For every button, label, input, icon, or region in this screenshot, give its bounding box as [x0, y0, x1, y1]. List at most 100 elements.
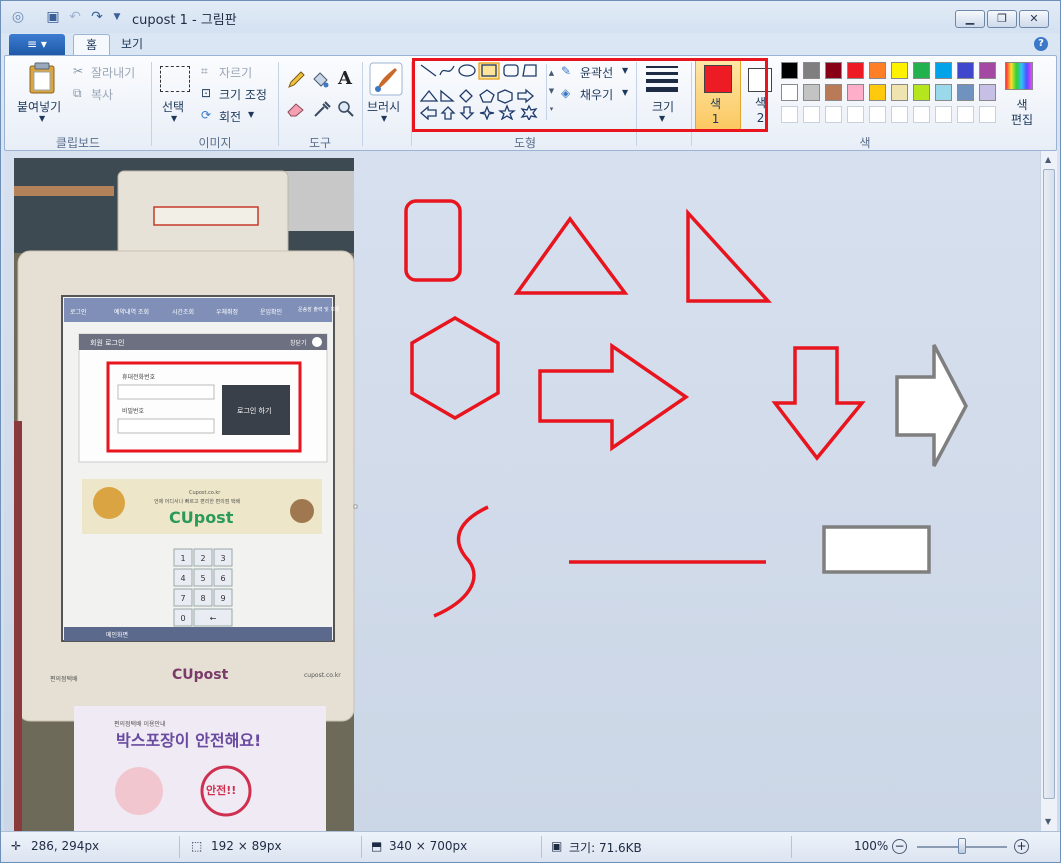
- login-title: 회원 로그인: [90, 338, 124, 347]
- palette-swatch[interactable]: [913, 106, 930, 123]
- palette-swatch[interactable]: [781, 84, 798, 101]
- palette-swatch[interactable]: [913, 62, 930, 79]
- help-icon[interactable]: ?: [1034, 37, 1048, 51]
- copy-icon: ⧉: [73, 86, 82, 100]
- kiosk-tab: 우체취정: [216, 308, 238, 316]
- keypad-key-label: 3: [220, 554, 225, 563]
- phone-label: 휴대전화번호: [122, 373, 156, 381]
- canvas-area[interactable]: 로그인 예약내역 조회 시간조회 우체취정 운임확인 운송장 출력 및 보류 회…: [4, 151, 1040, 831]
- close-button[interactable]: ✕: [1019, 10, 1049, 28]
- drawn-white-rectangle: [822, 525, 931, 574]
- pencil-icon[interactable]: [286, 70, 306, 90]
- palette-swatch[interactable]: [825, 62, 842, 79]
- palette-swatch[interactable]: [935, 62, 952, 79]
- palette-swatch[interactable]: [847, 62, 864, 79]
- palette-swatch[interactable]: [869, 106, 886, 123]
- zoom-out-icon[interactable]: −: [892, 839, 907, 854]
- palette-swatch[interactable]: [935, 84, 952, 101]
- file-menu-button[interactable]: ≡ ▾: [9, 34, 65, 55]
- select-dropdown-icon[interactable]: ▼: [171, 114, 177, 123]
- palette-swatch[interactable]: [869, 62, 886, 79]
- save-icon[interactable]: ▣: [44, 9, 62, 25]
- canvas[interactable]: 로그인 예약내역 조회 시간조회 우체취정 운임확인 운송장 출력 및 보류 회…: [4, 151, 1040, 831]
- palette-swatch[interactable]: [825, 84, 842, 101]
- palette-swatch[interactable]: [979, 62, 996, 79]
- drawn-curve: [433, 505, 489, 618]
- palette-swatch[interactable]: [979, 84, 996, 101]
- undo-icon[interactable]: ↶: [66, 9, 84, 25]
- main-screen-button: 메인화면: [106, 631, 128, 639]
- palette-swatch[interactable]: [957, 106, 974, 123]
- magnifier-icon[interactable]: [336, 100, 356, 118]
- customize-qat-icon[interactable]: ▼: [108, 9, 126, 25]
- resize-handle: [353, 504, 358, 509]
- palette-swatch[interactable]: [825, 106, 842, 123]
- tab-home[interactable]: 홈: [73, 34, 111, 55]
- poster-stamp: 안전!!: [206, 783, 236, 797]
- drawn-white-arrow: [895, 344, 968, 467]
- footer-right: cupost.co.kr: [304, 672, 341, 679]
- palette-swatch[interactable]: [803, 62, 820, 79]
- palette-swatch[interactable]: [935, 106, 952, 123]
- keypad-key-label: 9: [220, 594, 225, 603]
- ribbon-tab-bar: ≡ ▾ 홈 보기 ?: [1, 33, 1060, 55]
- rotate-dropdown-icon[interactable]: ▼: [248, 110, 254, 119]
- banner-site: Cupost.co.kr: [189, 490, 221, 496]
- scroll-up-icon[interactable]: ▲: [1045, 155, 1051, 164]
- keypad-key-label: 8: [200, 594, 205, 603]
- resize-label[interactable]: 크기 조정: [219, 86, 267, 103]
- eraser-icon[interactable]: [286, 100, 306, 118]
- edit-colors-icon[interactable]: [1005, 62, 1033, 90]
- palette-swatch[interactable]: [847, 106, 864, 123]
- disk-icon: ▣: [551, 839, 563, 853]
- palette-swatch[interactable]: [957, 62, 974, 79]
- divider: [151, 62, 152, 146]
- text-tool-icon[interactable]: A: [338, 68, 352, 89]
- minimize-button[interactable]: ▁: [955, 10, 985, 28]
- palette-swatch[interactable]: [781, 62, 798, 79]
- scroll-thumb[interactable]: [1043, 169, 1055, 799]
- palette-swatch[interactable]: [891, 62, 908, 79]
- palette-swatch[interactable]: [913, 84, 930, 101]
- palette-swatch[interactable]: [847, 84, 864, 101]
- palette-swatch[interactable]: [869, 84, 886, 101]
- palette-swatch[interactable]: [979, 106, 996, 123]
- cut-label[interactable]: 잘라내기: [91, 64, 135, 81]
- palette-swatch[interactable]: [891, 106, 908, 123]
- palette-swatch[interactable]: [803, 84, 820, 101]
- palette-swatch[interactable]: [781, 106, 798, 123]
- file-size: 크기: 71.6KB: [569, 841, 642, 855]
- color-picker-icon[interactable]: [312, 100, 332, 118]
- select-icon[interactable]: [160, 66, 190, 92]
- crop-label[interactable]: 자르기: [219, 64, 252, 81]
- rotate-label[interactable]: 회전: [219, 108, 241, 125]
- login-button-text: 로그인 하기: [237, 406, 271, 415]
- paste-label[interactable]: 붙여넣기: [17, 98, 61, 115]
- palette-swatch[interactable]: [803, 106, 820, 123]
- paste-icon[interactable]: [27, 62, 57, 94]
- keypad-key-label: ←: [210, 614, 217, 623]
- maximize-button[interactable]: ❐: [987, 10, 1017, 28]
- keypad-key-label: 2: [200, 554, 205, 563]
- brushes-label[interactable]: 브러시: [367, 98, 400, 115]
- fill-bucket-icon[interactable]: [310, 70, 330, 90]
- scroll-down-icon[interactable]: ▼: [1045, 817, 1051, 826]
- paint-app-icon[interactable]: ◎: [9, 9, 27, 25]
- edit-colors-label[interactable]: 색 편집: [1011, 98, 1033, 128]
- tab-view[interactable]: 보기: [109, 34, 155, 55]
- zoom-slider-thumb[interactable]: [958, 838, 966, 854]
- brush-icon[interactable]: [369, 62, 403, 96]
- drawn-shapes: [404, 199, 866, 618]
- kiosk-tab: 시간조회: [172, 308, 194, 316]
- redo-icon[interactable]: ↷: [88, 9, 106, 25]
- brushes-dropdown-icon[interactable]: ▼: [381, 114, 387, 123]
- paste-dropdown-icon[interactable]: ▼: [39, 114, 45, 123]
- drawn-triangle: [513, 216, 629, 295]
- copy-label[interactable]: 복사: [91, 86, 113, 103]
- vertical-scrollbar[interactable]: ▲ ▼: [1040, 151, 1057, 831]
- select-label[interactable]: 선택: [162, 98, 184, 115]
- palette-swatch[interactable]: [891, 84, 908, 101]
- palette-swatch[interactable]: [957, 84, 974, 101]
- drawn-right-arrow: [538, 342, 690, 452]
- zoom-in-icon[interactable]: +: [1014, 839, 1029, 854]
